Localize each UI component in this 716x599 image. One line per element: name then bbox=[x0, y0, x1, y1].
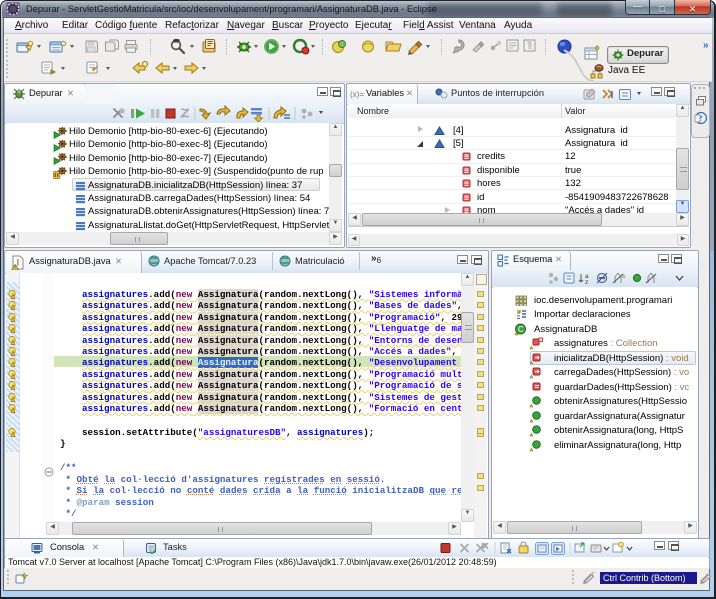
svg-text:(x)=: (x)= bbox=[350, 90, 364, 99]
svg-text:C: C bbox=[518, 325, 524, 334]
svg-text:s: s bbox=[622, 274, 625, 280]
svg-text:z: z bbox=[585, 279, 588, 286]
